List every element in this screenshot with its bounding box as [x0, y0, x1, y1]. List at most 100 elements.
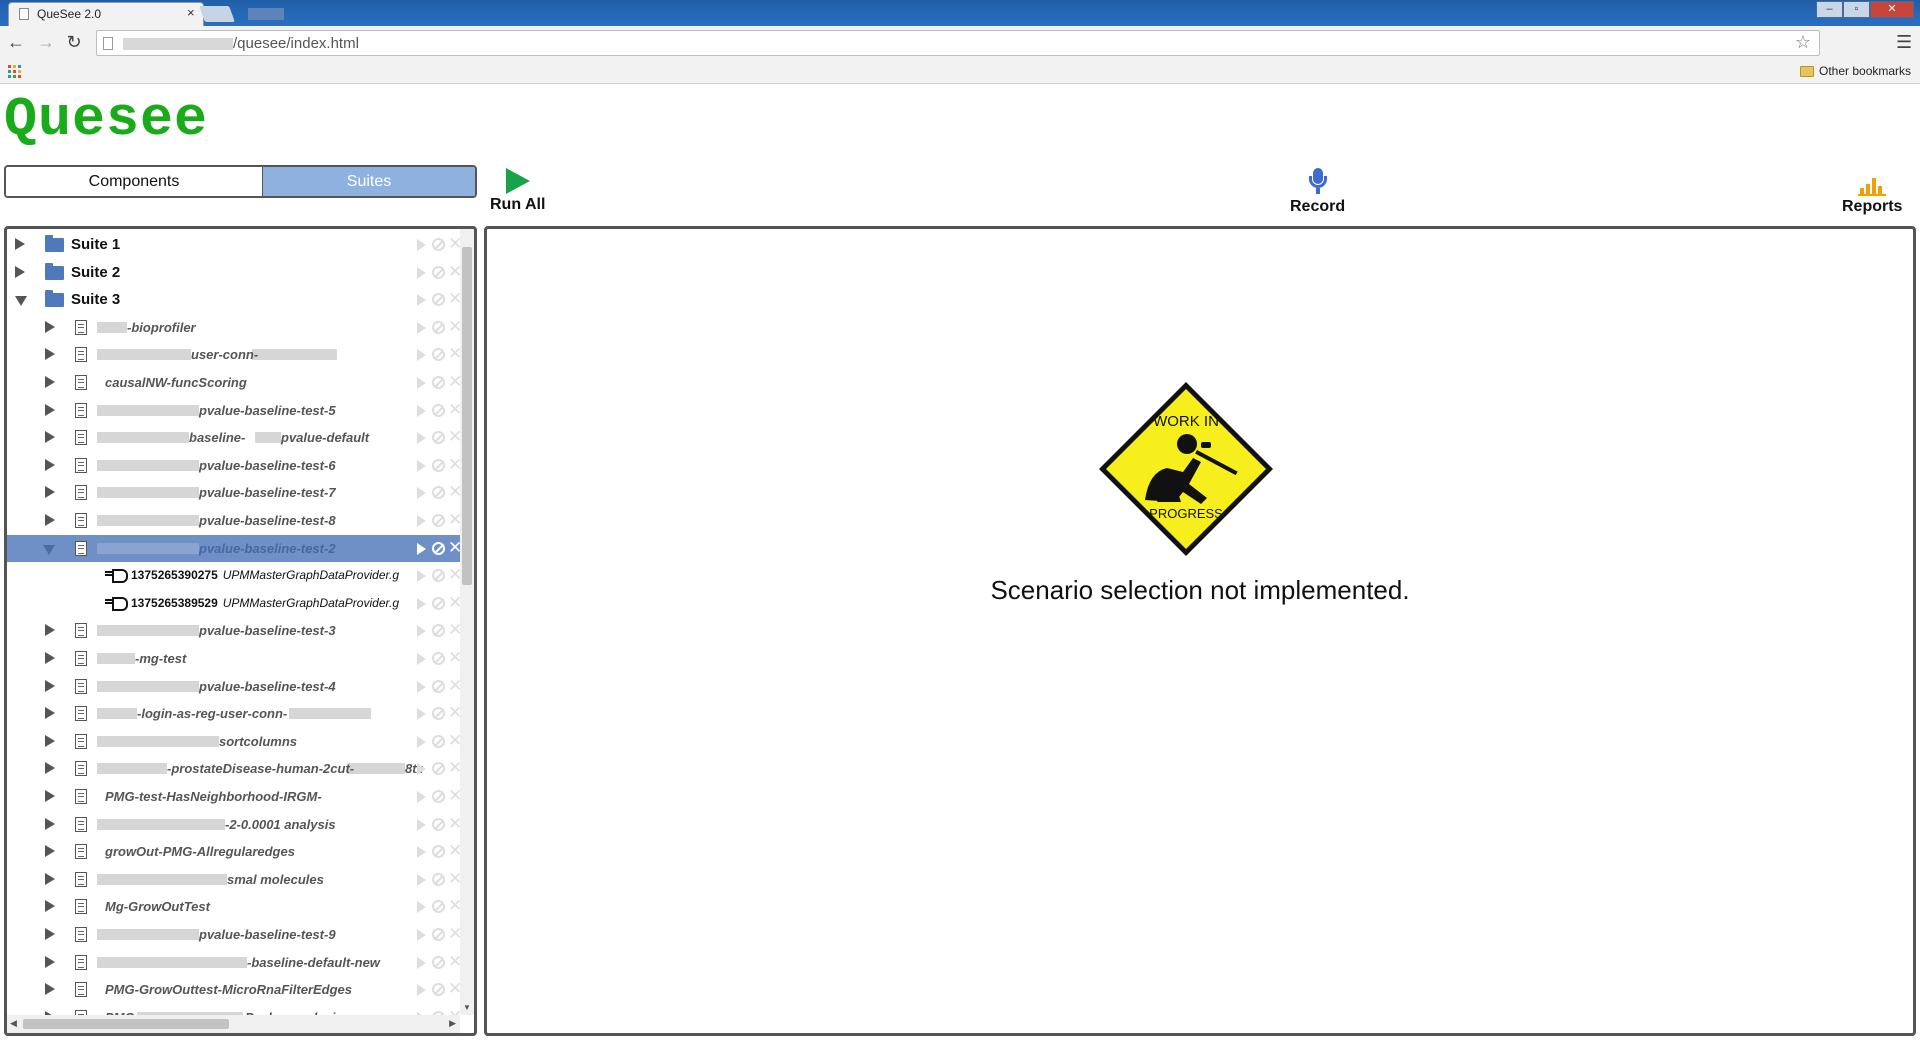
delete-icon[interactable]: ✕	[448, 841, 460, 861]
disable-icon[interactable]	[432, 652, 445, 665]
expand-icon[interactable]	[45, 652, 55, 664]
collapse-icon[interactable]	[43, 544, 55, 555]
disable-icon[interactable]	[432, 707, 445, 721]
maximize-button[interactable]: ▫	[1843, 1, 1870, 18]
scroll-down-icon[interactable]: ▼	[463, 1003, 471, 1012]
expand-icon[interactable]	[45, 431, 55, 444]
disable-icon[interactable]	[432, 679, 445, 693]
test-row[interactable]: pvalue-baseline-test-9 ✕	[7, 921, 460, 948]
expand-icon[interactable]	[45, 983, 55, 996]
test-row[interactable]: -2-0.0001 analysis ✕	[7, 811, 460, 838]
disable-icon[interactable]	[432, 238, 445, 251]
apps-icon[interactable]	[8, 65, 21, 78]
new-tab-button[interactable]	[199, 6, 235, 22]
run-icon[interactable]	[417, 239, 426, 251]
expand-icon[interactable]	[45, 458, 55, 471]
expand-icon[interactable]	[45, 790, 55, 802]
disable-icon[interactable]	[432, 955, 445, 969]
test-row[interactable]: -bioprofiler ✕	[7, 314, 460, 341]
delete-icon[interactable]: ✕	[448, 731, 460, 751]
delete-icon[interactable]: ✕	[448, 896, 460, 916]
delete-icon[interactable]: ✕	[448, 455, 460, 475]
url-text[interactable]: /quesee/index.html	[233, 35, 359, 52]
test-row[interactable]: -mg-test ✕	[7, 645, 460, 672]
run-icon[interactable]	[417, 542, 426, 555]
test-row[interactable]: pvalue-baseline-test-4 ✕	[7, 673, 460, 700]
test-row[interactable]: pvalue-baseline-test-7 ✕	[7, 479, 460, 506]
delete-icon[interactable]: ✕	[448, 317, 460, 337]
tab-components[interactable]: Components	[6, 167, 263, 196]
run-icon[interactable]	[417, 266, 426, 279]
run-icon[interactable]	[417, 984, 426, 997]
run-icon[interactable]	[417, 846, 426, 859]
delete-icon[interactable]: ✕	[448, 869, 460, 889]
run-icon[interactable]	[417, 294, 426, 307]
reload-icon[interactable]: ↻	[62, 30, 86, 54]
delete-icon[interactable]: ✕	[448, 482, 460, 502]
test-row[interactable]: pvalue-baseline-test-6 ✕	[7, 452, 460, 479]
delete-icon[interactable]: ✕	[448, 593, 460, 613]
expand-icon[interactable]	[15, 238, 25, 250]
test-row[interactable]: baseline-pvalue-default ✕	[7, 424, 460, 451]
test-row[interactable]: pvalue-baseline-test-8 ✕	[7, 507, 460, 534]
bookmark-star-icon[interactable]: ☆	[1795, 32, 1811, 53]
expand-icon[interactable]	[45, 376, 55, 388]
test-row[interactable]: user-conn- ✕	[7, 341, 460, 368]
address-bar[interactable]: /quesee/index.html ☆	[96, 30, 1820, 56]
disable-icon[interactable]	[432, 265, 445, 279]
tab-suites[interactable]: Suites	[263, 167, 475, 196]
test-row[interactable]: sortcolumns ✕	[7, 728, 460, 755]
back-icon[interactable]: ←	[4, 30, 28, 54]
run-icon[interactable]	[417, 515, 426, 527]
expand-icon[interactable]	[15, 265, 25, 278]
disable-icon[interactable]	[432, 596, 445, 610]
run-icon[interactable]	[417, 321, 426, 334]
run-icon[interactable]	[417, 432, 426, 445]
delete-icon[interactable]: ✕	[448, 234, 460, 254]
run-icon[interactable]	[417, 653, 426, 665]
run-icon[interactable]	[417, 680, 426, 693]
run-icon[interactable]	[417, 487, 426, 500]
test-row[interactable]: pvalue-baseline-test-3 ✕	[7, 617, 460, 644]
reports-button[interactable]: Reports	[1842, 168, 1902, 216]
disable-icon[interactable]	[432, 514, 445, 527]
menu-icon[interactable]: ☰	[1896, 32, 1912, 53]
delete-icon[interactable]: ✕	[448, 814, 460, 834]
expand-icon[interactable]	[45, 955, 55, 968]
test-row[interactable]: PMG-GrowOuttest-MicroRnaFilterEdges ✕	[7, 976, 460, 1003]
run-icon[interactable]	[417, 349, 426, 362]
disable-icon[interactable]	[432, 293, 445, 307]
scenario-row[interactable]: 1375265389529 UPMMasterGraphDataProvider.…	[7, 590, 460, 617]
delete-icon[interactable]: ✕	[448, 565, 460, 585]
delete-icon[interactable]: ✕	[448, 676, 460, 696]
run-icon[interactable]	[417, 597, 426, 610]
disable-icon[interactable]	[432, 431, 445, 445]
test-row[interactable]: causalNW-funcScoring ✕	[7, 369, 460, 396]
expand-icon[interactable]	[45, 762, 55, 775]
expand-icon[interactable]	[45, 348, 55, 361]
run-icon[interactable]	[417, 901, 426, 914]
run-icon[interactable]	[417, 377, 426, 389]
delete-icon[interactable]: ✕	[448, 262, 460, 282]
disable-icon[interactable]	[432, 845, 445, 859]
disable-icon[interactable]	[432, 486, 445, 500]
collapse-icon[interactable]	[15, 296, 27, 307]
run-icon[interactable]	[417, 791, 426, 803]
expand-icon[interactable]	[45, 320, 55, 333]
scrollbar-thumb[interactable]	[462, 247, 472, 585]
test-row[interactable]: PMG-test-HasNeighborhood-IRGM- ✕	[7, 783, 460, 810]
expand-icon[interactable]	[45, 734, 55, 747]
forward-icon[interactable]: →	[34, 30, 58, 54]
record-button[interactable]: Record	[1290, 168, 1345, 216]
delete-icon[interactable]: ✕	[448, 758, 460, 778]
expand-icon[interactable]	[45, 679, 55, 692]
scenario-row[interactable]: 1375265390275 UPMMasterGraphDataProvider.…	[7, 562, 460, 589]
test-row[interactable]: pvalue-baseline-test-2 ✕	[7, 534, 460, 562]
run-icon[interactable]	[417, 625, 426, 638]
delete-icon[interactable]: ✕	[448, 786, 460, 806]
delete-icon[interactable]: ✕	[448, 344, 460, 364]
expand-icon[interactable]	[45, 928, 55, 940]
disable-icon[interactable]	[432, 817, 445, 831]
expand-icon[interactable]	[45, 403, 55, 416]
disable-icon[interactable]	[432, 376, 445, 389]
